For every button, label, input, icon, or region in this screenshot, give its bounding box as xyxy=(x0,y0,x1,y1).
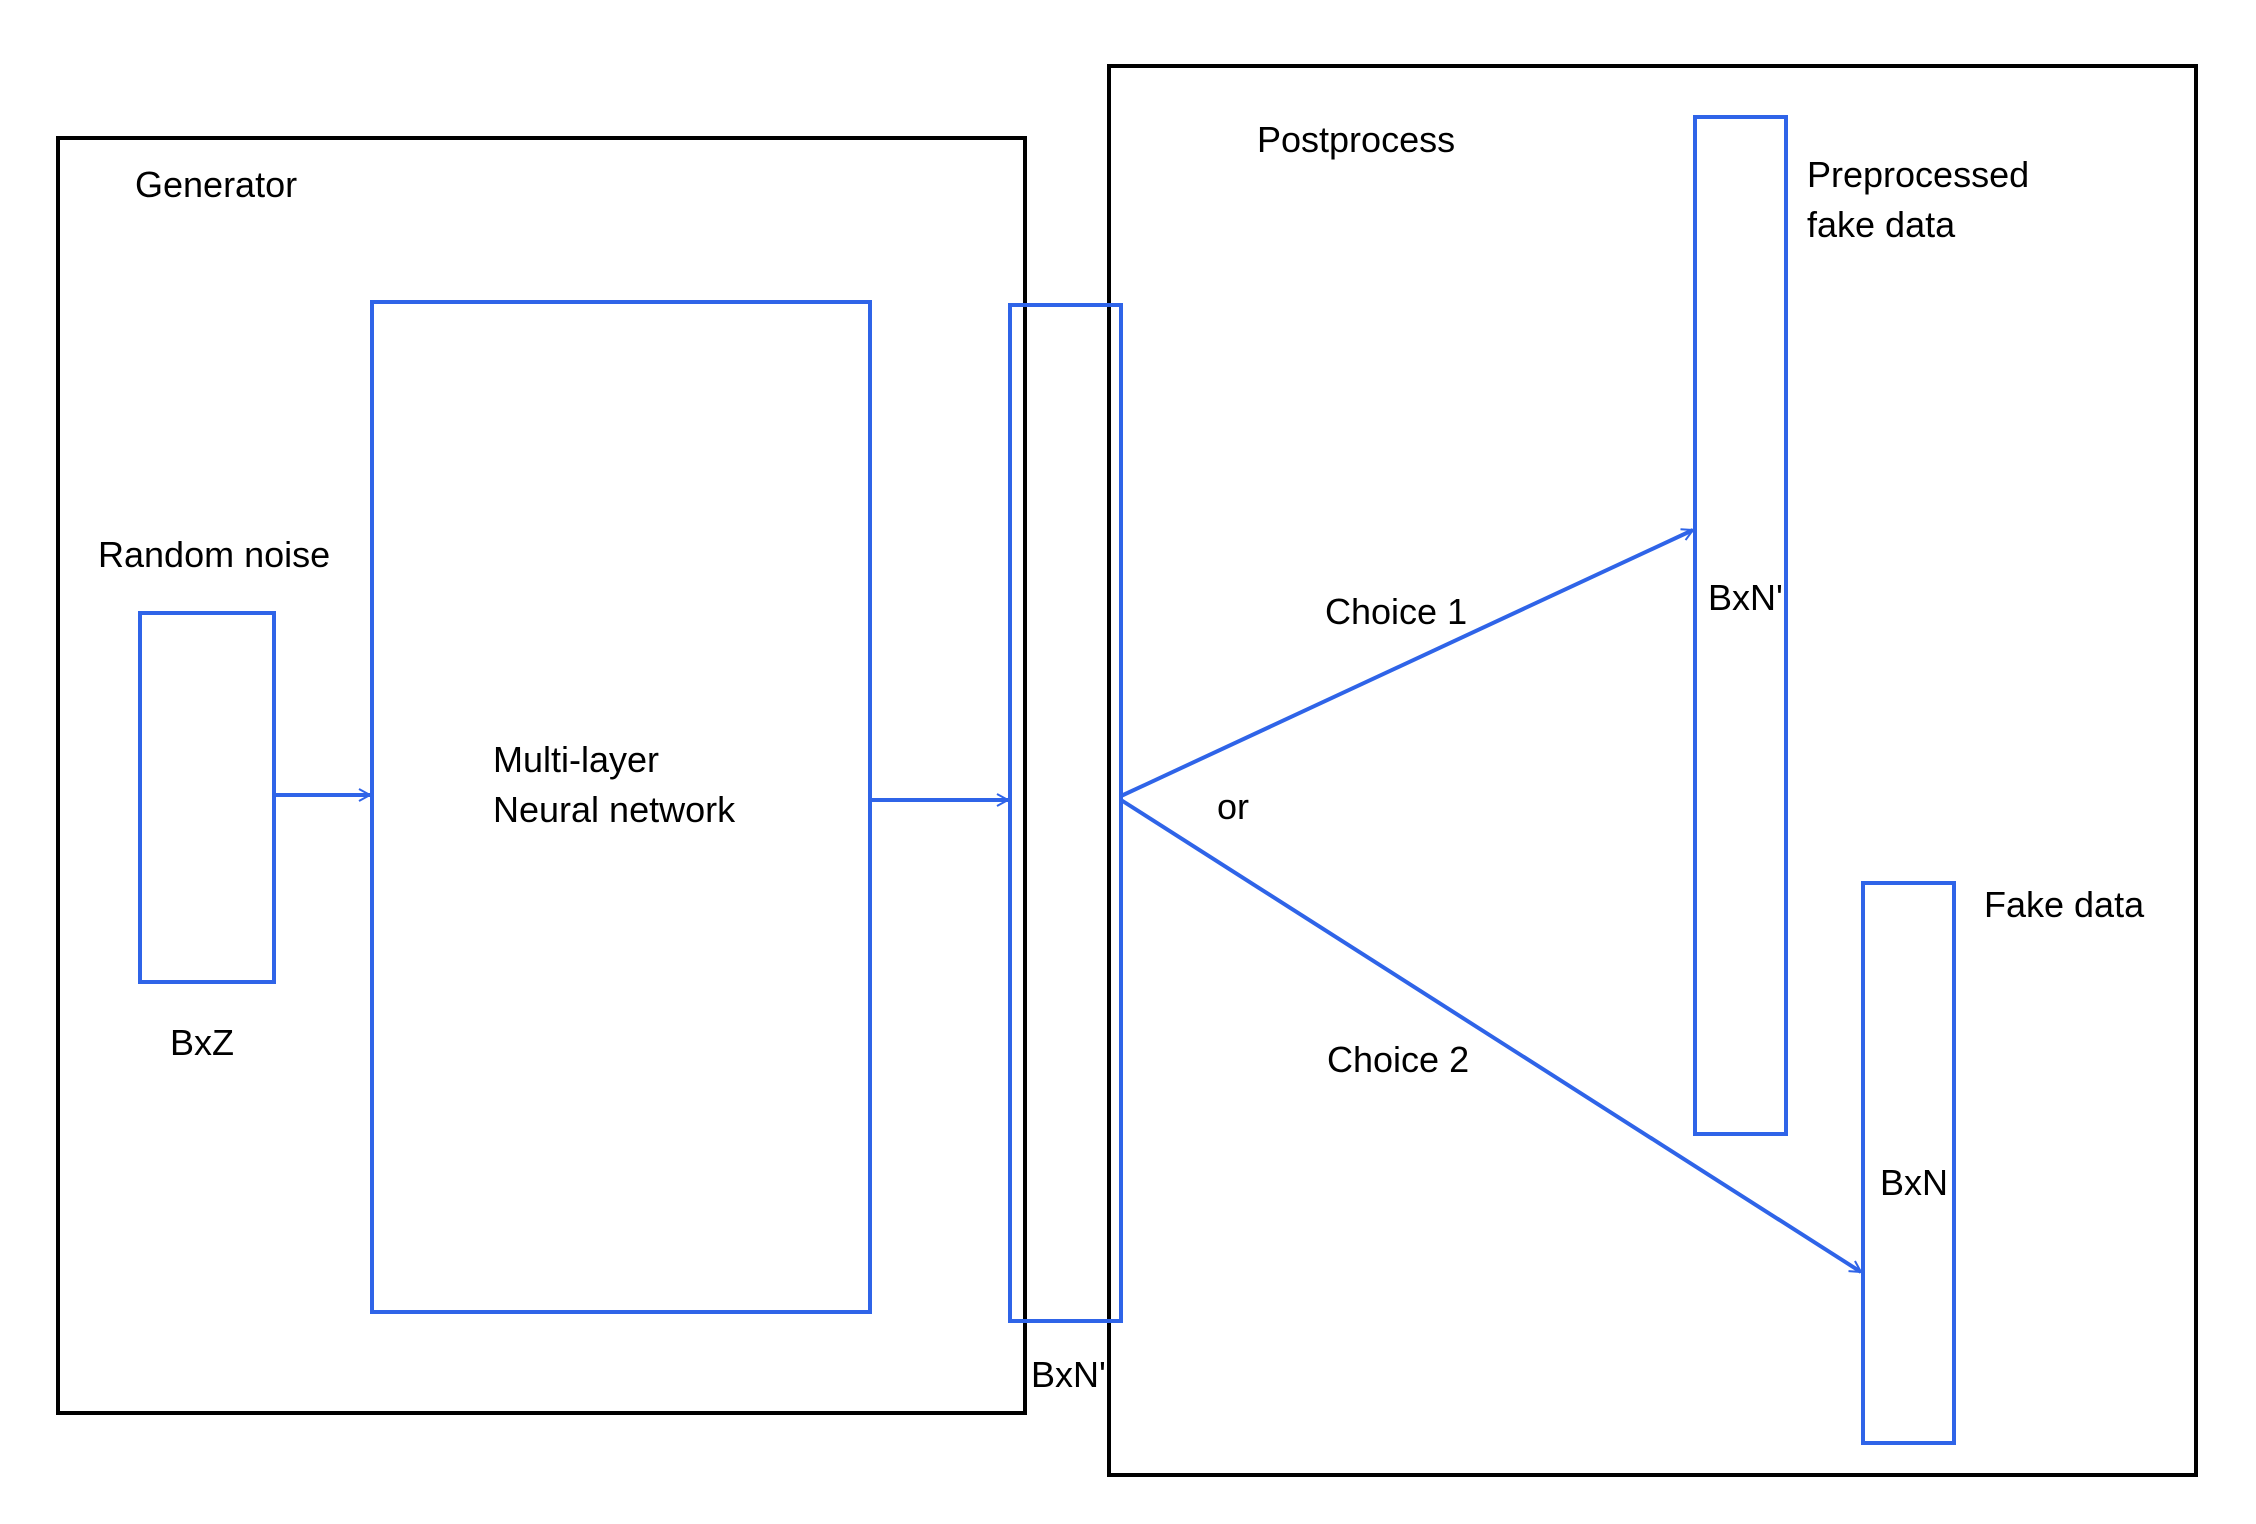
neural-network-label-line1: Multi-layer xyxy=(493,739,660,780)
postprocess-label: Postprocess xyxy=(1257,119,1456,160)
bxz-label: BxZ xyxy=(170,1022,235,1063)
preprocessed-fake-data-block xyxy=(1693,115,1788,1136)
fake-data-size-label: BxN xyxy=(1880,1162,1949,1203)
diagram-canvas: Generator Postprocess Random noise BxZ M… xyxy=(0,0,2256,1524)
choice2-label: Choice 2 xyxy=(1327,1039,1470,1080)
generator-label: Generator xyxy=(135,164,298,205)
choice1-arrow xyxy=(1120,528,1693,798)
random-noise-block xyxy=(138,611,276,984)
random-noise-label: Random noise xyxy=(98,534,331,575)
neural-network-label-line2: Neural network xyxy=(493,789,736,830)
preprocessed-fake-data-label-line1: Preprocessed xyxy=(1807,154,2030,195)
choice1-label: Choice 1 xyxy=(1325,591,1468,632)
intermediate-output-size-label: BxN' xyxy=(1031,1354,1106,1395)
or-label: or xyxy=(1217,786,1250,827)
preprocessed-size-label: BxN' xyxy=(1708,577,1783,618)
preprocessed-fake-data-label-line2: fake data xyxy=(1807,204,1956,245)
postprocess-frame xyxy=(1107,64,2198,1477)
fake-data-label: Fake data xyxy=(1984,884,2145,925)
choice2-arrow xyxy=(1119,798,1861,1274)
